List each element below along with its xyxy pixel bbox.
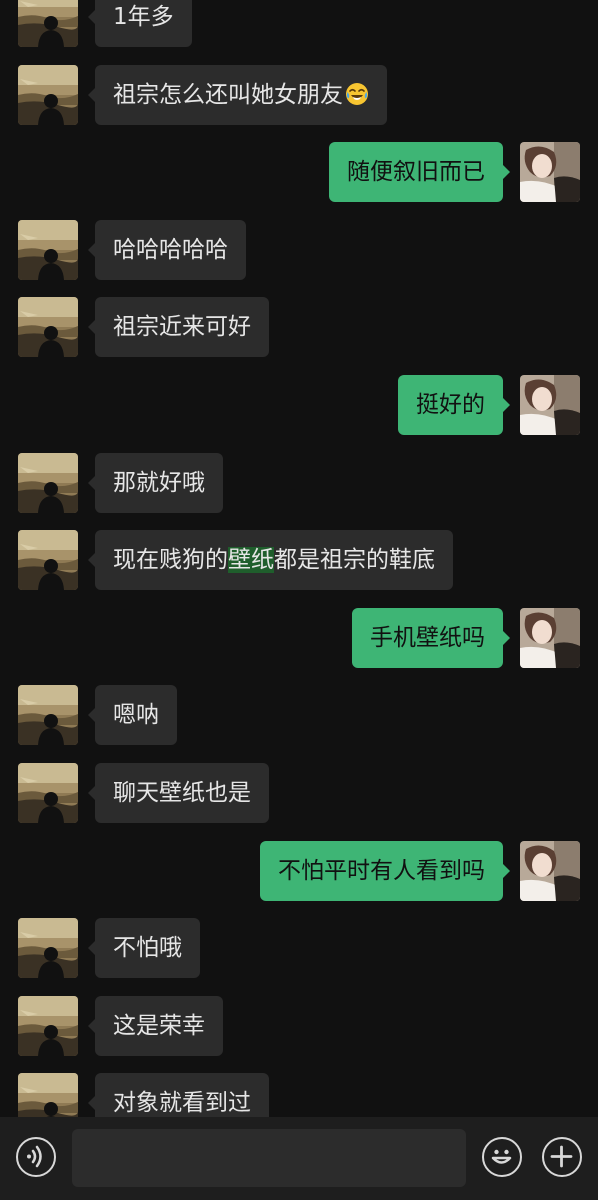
message-text: 对象就看到过	[113, 1090, 251, 1116]
message-bubble[interactable]: 哈哈哈哈哈	[88, 220, 246, 280]
incoming-message: 祖宗怎么还叫她女朋友	[0, 65, 598, 125]
outgoing-message: 不怕平时有人看到吗	[0, 841, 598, 901]
message-text: 现在贱狗的	[113, 547, 228, 573]
face-with-tears-of-joy-icon	[345, 69, 369, 105]
self-avatar[interactable]	[520, 375, 580, 435]
incoming-message: 现在贱狗的壁纸都是祖宗的鞋底	[0, 530, 598, 590]
message-text: 手机壁纸吗	[370, 625, 485, 651]
highlighted-text[interactable]: 壁纸	[228, 547, 274, 573]
message-input[interactable]	[72, 1129, 466, 1187]
message-bubble[interactable]: 现在贱狗的壁纸都是祖宗的鞋底	[88, 530, 453, 590]
message-text: 祖宗近来可好	[113, 314, 251, 340]
voice-icon[interactable]	[16, 1137, 56, 1177]
contact-avatar[interactable]	[18, 763, 78, 823]
message-bubble[interactable]: 祖宗近来可好	[88, 297, 269, 357]
incoming-message: 不怕哦	[0, 918, 598, 978]
message-bubble[interactable]: 那就好哦	[88, 453, 223, 513]
message-text: 挺好的	[416, 392, 485, 418]
message-bubble[interactable]: 1年多	[88, 0, 192, 47]
self-avatar[interactable]	[520, 841, 580, 901]
message-bubble[interactable]: 这是荣幸	[88, 996, 223, 1056]
incoming-message: 聊天壁纸也是	[0, 763, 598, 823]
contact-avatar[interactable]	[18, 453, 78, 513]
message-text: 嗯呐	[113, 702, 159, 728]
contact-avatar[interactable]	[18, 918, 78, 978]
message-text: 那就好哦	[113, 470, 205, 496]
incoming-message: 这是荣幸	[0, 996, 598, 1056]
message-text: 不怕哦	[113, 935, 182, 961]
contact-avatar[interactable]	[18, 685, 78, 745]
input-bar	[0, 1117, 598, 1200]
self-avatar[interactable]	[520, 142, 580, 202]
contact-avatar[interactable]	[18, 65, 78, 125]
message-text: 聊天壁纸也是	[113, 780, 251, 806]
message-text: 1年多	[113, 4, 174, 30]
incoming-message: 嗯呐	[0, 685, 598, 745]
message-bubble[interactable]: 不怕平时有人看到吗	[260, 841, 510, 901]
message-bubble[interactable]: 挺好的	[398, 375, 510, 435]
emoji-icon[interactable]	[482, 1137, 522, 1177]
contact-avatar[interactable]	[18, 297, 78, 357]
incoming-message: 1年多	[0, 0, 598, 47]
message-bubble[interactable]: 对象就看到过	[88, 1073, 269, 1117]
message-text: 随便叙旧而已	[347, 159, 485, 185]
message-bubble[interactable]: 随便叙旧而已	[329, 142, 510, 202]
incoming-message: 那就好哦	[0, 453, 598, 513]
outgoing-message: 手机壁纸吗	[0, 608, 598, 668]
message-bubble[interactable]: 不怕哦	[88, 918, 200, 978]
message-bubble[interactable]: 嗯呐	[88, 685, 177, 745]
incoming-message: 对象就看到过	[0, 1073, 598, 1117]
message-bubble[interactable]: 手机壁纸吗	[352, 608, 510, 668]
message-list[interactable]: 1年多祖宗怎么还叫她女朋友随便叙旧而已哈哈哈哈哈祖宗近来可好挺好的那就好哦现在贱…	[0, 0, 598, 1117]
message-bubble[interactable]: 祖宗怎么还叫她女朋友	[88, 65, 387, 125]
chat-screen: 1年多祖宗怎么还叫她女朋友随便叙旧而已哈哈哈哈哈祖宗近来可好挺好的那就好哦现在贱…	[0, 0, 598, 1200]
message-text: 都是祖宗的鞋底	[274, 547, 435, 573]
message-text: 祖宗怎么还叫她女朋友	[113, 82, 343, 108]
contact-avatar[interactable]	[18, 530, 78, 590]
contact-avatar[interactable]	[18, 220, 78, 280]
message-text: 不怕平时有人看到吗	[278, 858, 485, 884]
contact-avatar[interactable]	[18, 0, 78, 47]
self-avatar[interactable]	[520, 608, 580, 668]
message-text: 哈哈哈哈哈	[113, 237, 228, 263]
contact-avatar[interactable]	[18, 996, 78, 1056]
message-bubble[interactable]: 聊天壁纸也是	[88, 763, 269, 823]
incoming-message: 哈哈哈哈哈	[0, 220, 598, 280]
plus-icon[interactable]	[542, 1137, 582, 1177]
outgoing-message: 随便叙旧而已	[0, 142, 598, 202]
message-text: 这是荣幸	[113, 1013, 205, 1039]
contact-avatar[interactable]	[18, 1073, 78, 1117]
outgoing-message: 挺好的	[0, 375, 598, 435]
incoming-message: 祖宗近来可好	[0, 297, 598, 357]
